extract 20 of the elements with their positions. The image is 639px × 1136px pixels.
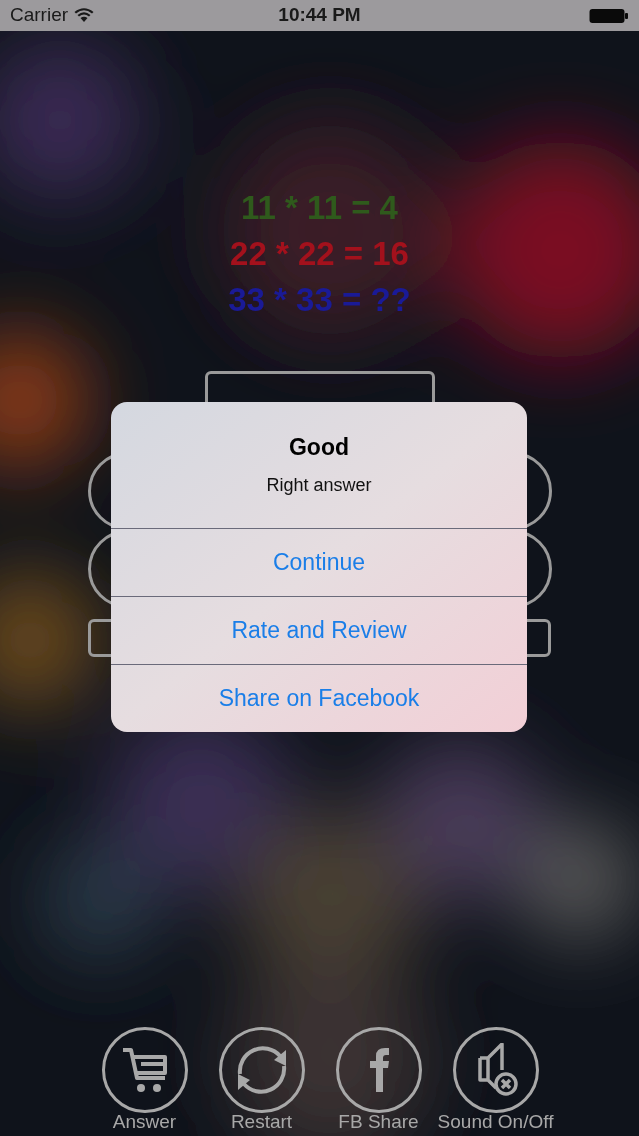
toolbar-label: FB Share — [338, 1111, 419, 1133]
time-text: 10:44 PM — [278, 3, 361, 28]
toolbar-label: Restart — [230, 1111, 293, 1133]
alert-title: Good — [288, 433, 349, 461]
alert-message: Right answer — [266, 474, 372, 496]
toolbar-button[interactable] — [335, 1027, 422, 1113]
toolbar-label: Sound On/Off — [437, 1111, 554, 1133]
alert-action-button[interactable]: Rate and Review — [111, 596, 527, 664]
battery-icon — [589, 7, 629, 24]
toolbar-button[interactable] — [101, 1027, 188, 1113]
toolbar-label: Answer — [112, 1111, 177, 1133]
alert-action-button[interactable]: Share on Facebook — [111, 664, 527, 732]
equation-text: 22 * 22 = 16 — [230, 234, 409, 274]
equation-text: 33 * 33 = ?? — [228, 280, 411, 320]
toolbar-button[interactable] — [218, 1027, 305, 1113]
alert-action-button[interactable]: Continue — [111, 528, 527, 596]
equation-text: 11 * 11 = 4 — [241, 188, 398, 228]
carrier-text: Carrier — [10, 3, 69, 28]
wifi-icon — [74, 8, 95, 23]
toolbar-button[interactable] — [452, 1027, 539, 1113]
